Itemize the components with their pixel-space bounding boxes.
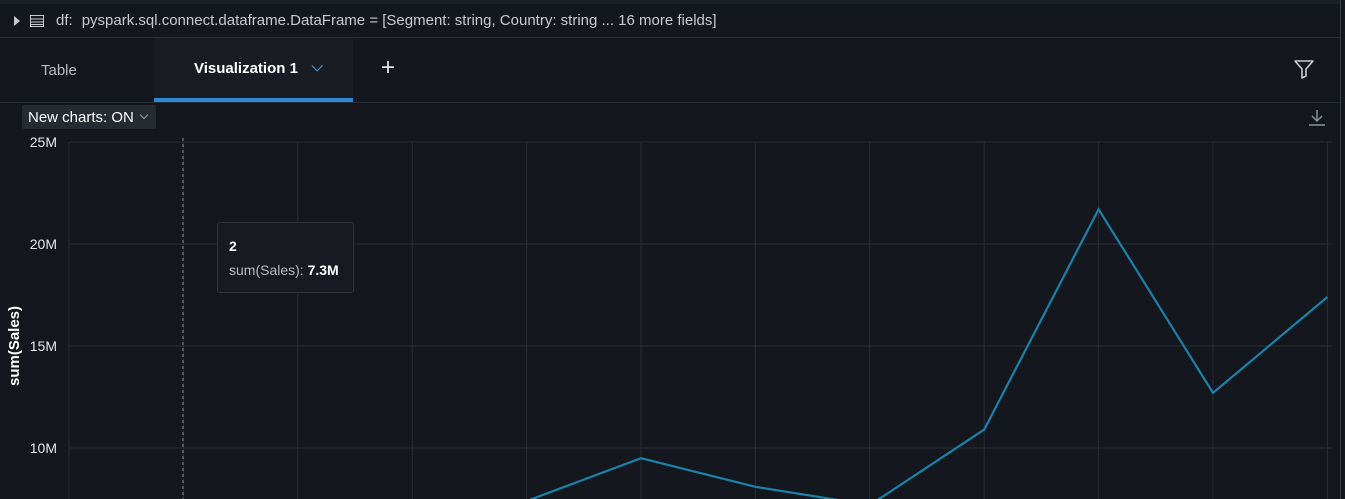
y-axis-label: sum(Sales) xyxy=(6,306,23,386)
y-tick-label: 25M xyxy=(30,134,57,150)
line-chart: 25M 20M 15M 10M sum(Sales) xyxy=(6,134,1332,499)
dataframe-name: df: xyxy=(56,12,73,29)
new-charts-toggle[interactable]: New charts: ON xyxy=(22,105,156,129)
add-tab-button[interactable]: + xyxy=(376,54,400,81)
y-tick-label: 20M xyxy=(30,236,57,252)
caret-right-icon[interactable] xyxy=(14,15,20,26)
download-icon[interactable] xyxy=(1306,107,1328,129)
tooltip-value: 7.3M xyxy=(307,262,339,278)
tab-label: Visualization 1 xyxy=(194,59,298,77)
y-axis-ticks: 25M 20M 15M 10M xyxy=(30,134,57,456)
tab-visualization-1[interactable]: Visualization 1 xyxy=(154,38,353,102)
tooltip-x-value: 2 xyxy=(229,238,237,254)
tab-table[interactable]: Table xyxy=(0,38,150,102)
tab-bar: Table Visualization 1 + xyxy=(0,38,1340,103)
horizontal-gridlines xyxy=(69,141,1332,449)
hover-tooltip: 2 sum(Sales): 7.3M xyxy=(217,222,354,293)
toggle-label: New charts: ON xyxy=(28,108,134,126)
series-line-sum-sales xyxy=(528,207,1329,499)
dataframe-info-bar: df: pyspark.sql.connect.dataframe.DataFr… xyxy=(0,4,1340,38)
chevron-down-icon xyxy=(139,110,149,120)
vertical-gridlines xyxy=(68,142,1328,499)
tooltip-series-name: sum(Sales): xyxy=(229,262,304,278)
filter-icon[interactable] xyxy=(1293,58,1315,80)
table-icon xyxy=(30,14,44,27)
tab-label: Table xyxy=(41,61,77,79)
y-tick-label: 10M xyxy=(30,440,57,456)
panel-edge xyxy=(1340,0,1341,499)
tooltip-row: sum(Sales): 7.3M xyxy=(229,262,342,278)
dataframe-schema: pyspark.sql.connect.dataframe.DataFrame … xyxy=(81,12,717,29)
chevron-down-icon[interactable] xyxy=(311,60,323,72)
y-tick-label: 15M xyxy=(30,338,57,354)
